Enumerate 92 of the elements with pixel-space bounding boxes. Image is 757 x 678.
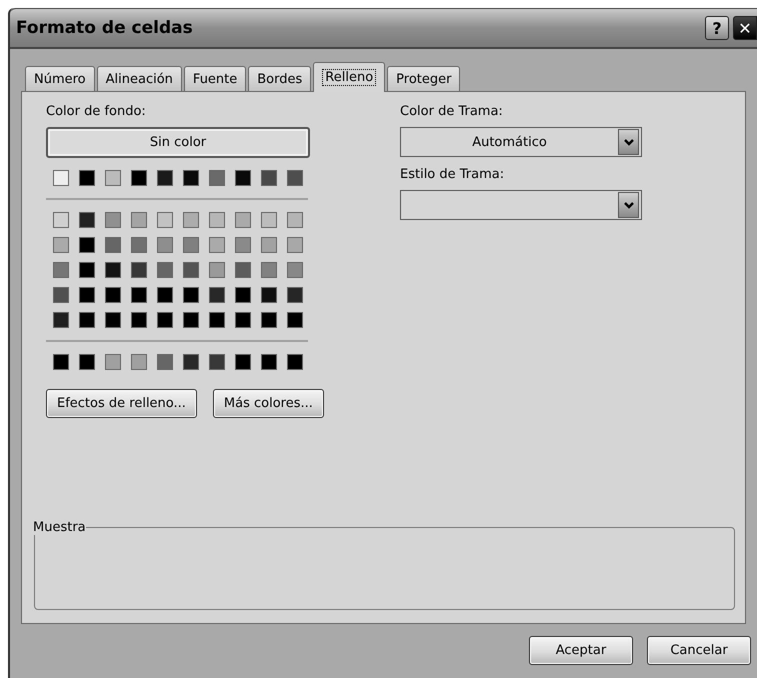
color-swatch[interactable]	[287, 170, 303, 186]
ok-button[interactable]: Aceptar	[529, 636, 633, 665]
color-swatch[interactable]	[79, 287, 95, 303]
color-swatch[interactable]	[209, 312, 225, 328]
more-colors-button[interactable]: Más colores...	[212, 389, 324, 418]
color-swatch[interactable]	[157, 262, 173, 278]
color-swatch[interactable]	[287, 354, 303, 370]
color-swatch[interactable]	[79, 237, 95, 253]
cancel-button[interactable]: Cancelar	[647, 636, 751, 665]
pattern-style-dropdown[interactable]	[400, 190, 642, 220]
color-swatch[interactable]	[183, 170, 199, 186]
color-swatch[interactable]	[157, 287, 173, 303]
window-title: Formato de celdas	[16, 18, 194, 38]
color-swatch[interactable]	[157, 312, 173, 328]
color-swatch[interactable]	[131, 262, 147, 278]
color-swatch[interactable]	[235, 212, 251, 228]
color-swatch[interactable]	[287, 212, 303, 228]
color-swatch[interactable]	[53, 212, 69, 228]
color-swatch[interactable]	[183, 237, 199, 253]
color-swatch[interactable]	[261, 237, 277, 253]
sample-label: Muestra	[33, 520, 86, 535]
color-swatch[interactable]	[235, 170, 251, 186]
color-swatch[interactable]	[209, 262, 225, 278]
color-swatch[interactable]	[79, 170, 95, 186]
background-color-label: Color de fondo:	[46, 104, 147, 121]
color-swatch[interactable]	[131, 212, 147, 228]
color-swatch[interactable]	[105, 237, 121, 253]
color-swatch[interactable]	[79, 354, 95, 370]
chevron-down-icon	[624, 138, 634, 146]
color-swatch[interactable]	[235, 354, 251, 370]
color-swatch[interactable]	[53, 262, 69, 278]
color-swatch[interactable]	[157, 237, 173, 253]
color-swatch[interactable]	[287, 262, 303, 278]
color-swatch[interactable]	[105, 287, 121, 303]
color-swatch[interactable]	[157, 170, 173, 186]
fill-effects-button[interactable]: Efectos de relleno...	[46, 389, 197, 418]
close-button[interactable]: ✕	[733, 16, 757, 40]
tab[interactable]: Número	[25, 66, 95, 91]
color-swatch[interactable]	[79, 212, 95, 228]
tab[interactable]: Fuente	[184, 66, 246, 91]
color-swatch[interactable]	[131, 354, 147, 370]
color-swatch[interactable]	[183, 287, 199, 303]
color-swatch[interactable]	[287, 312, 303, 328]
color-swatch[interactable]	[235, 237, 251, 253]
color-swatch[interactable]	[235, 287, 251, 303]
color-swatch[interactable]	[261, 262, 277, 278]
color-swatch[interactable]	[157, 354, 173, 370]
color-swatch[interactable]	[53, 354, 69, 370]
color-swatch[interactable]	[105, 312, 121, 328]
color-swatch[interactable]	[105, 262, 121, 278]
color-swatch[interactable]	[79, 312, 95, 328]
color-swatch[interactable]	[209, 237, 225, 253]
help-button[interactable]: ?	[705, 16, 729, 40]
color-swatch[interactable]	[209, 212, 225, 228]
color-swatch[interactable]	[53, 312, 69, 328]
color-swatch[interactable]	[131, 170, 147, 186]
color-swatch[interactable]	[131, 312, 147, 328]
pattern-color-label: Color de Trama:	[400, 104, 504, 121]
color-swatch[interactable]	[183, 262, 199, 278]
color-swatch[interactable]	[105, 170, 121, 186]
color-swatch[interactable]	[261, 354, 277, 370]
tab[interactable]: Proteger	[387, 66, 460, 91]
color-swatch[interactable]	[79, 262, 95, 278]
color-swatch[interactable]	[183, 212, 199, 228]
color-swatch[interactable]	[287, 237, 303, 253]
color-swatch[interactable]	[287, 287, 303, 303]
color-swatch[interactable]	[261, 312, 277, 328]
no-color-button[interactable]: Sin color	[46, 127, 310, 158]
color-swatch[interactable]	[261, 287, 277, 303]
pattern-color-dropdown[interactable]: Automático	[400, 127, 642, 157]
color-swatch[interactable]	[105, 212, 121, 228]
tab[interactable]: Relleno	[313, 62, 386, 92]
color-swatch[interactable]	[131, 287, 147, 303]
color-swatch[interactable]	[209, 354, 225, 370]
color-swatch[interactable]	[235, 312, 251, 328]
chevron-down-icon	[624, 202, 634, 208]
color-swatch[interactable]	[183, 354, 199, 370]
color-swatch[interactable]	[261, 170, 277, 186]
color-swatch[interactable]	[131, 237, 147, 253]
color-swatch[interactable]	[183, 312, 199, 328]
color-swatch[interactable]	[53, 237, 69, 253]
pattern-style-label: Estilo de Trama:	[400, 167, 506, 184]
color-swatch[interactable]	[157, 212, 173, 228]
color-swatch[interactable]	[209, 287, 225, 303]
color-swatch[interactable]	[53, 170, 69, 186]
tab[interactable]: Alineación	[96, 66, 182, 91]
color-swatch[interactable]	[235, 262, 251, 278]
color-swatch[interactable]	[261, 212, 277, 228]
color-swatch[interactable]	[105, 354, 121, 370]
color-swatch[interactable]	[53, 287, 69, 303]
tab[interactable]: Bordes	[248, 66, 312, 91]
color-swatch[interactable]	[209, 170, 225, 186]
